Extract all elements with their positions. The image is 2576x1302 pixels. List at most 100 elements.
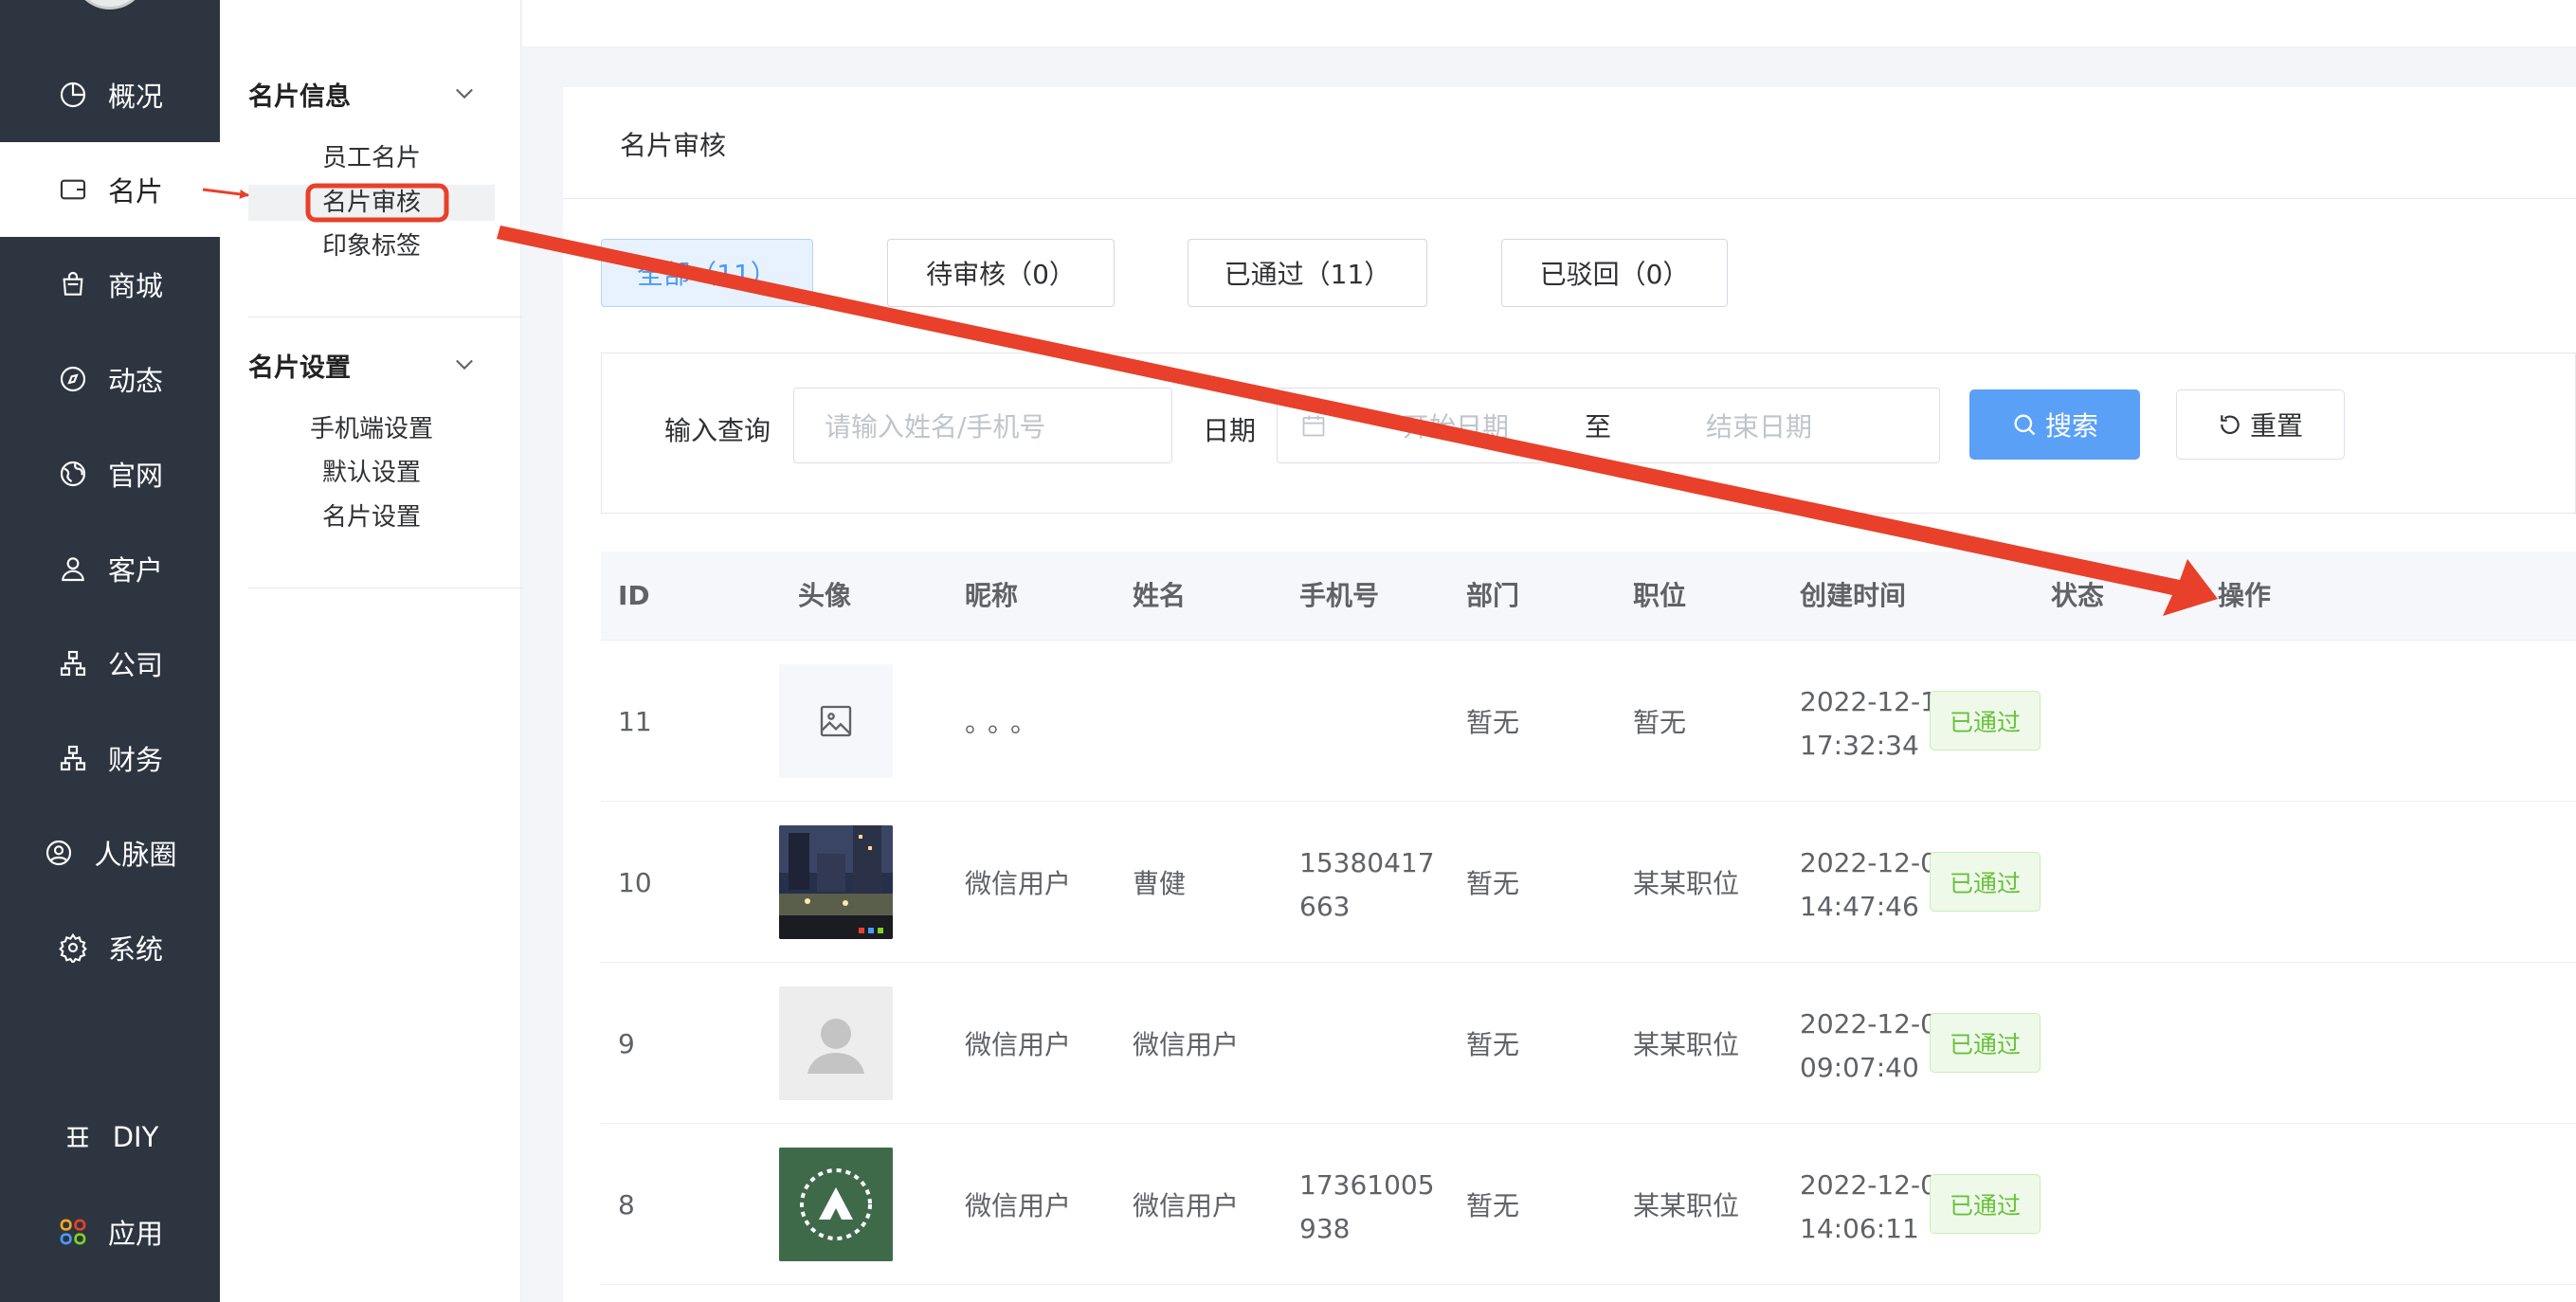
chevron-down-icon[interactable] [451,351,478,377]
user-icon [57,552,89,585]
col-avatar: 头像 [798,580,852,611]
cell-department: 暂无 [1466,1190,1520,1221]
nav-item-mall[interactable]: 商城 [0,237,220,332]
table-row[interactable]: 9 微信用户 微信用户 暂无 某某职位 2022-12-06 09:07:40 已… [601,963,2576,1124]
image-placeholder-icon [820,705,852,737]
subnav-item-staff-cards[interactable]: 员工名片 [248,140,495,176]
date-label: 日期 [1203,415,1257,446]
col-nickname: 昵称 [965,580,1019,611]
cell-position: 暂无 [1633,707,1687,738]
cell-nickname: 。。。 [965,707,1047,738]
cell-position: 某某职位 [1633,1190,1740,1221]
tab-rejected[interactable]: 已驳回（0） [1501,239,1728,307]
apps-icon [57,1216,89,1248]
nav-item-overview[interactable]: 概况 [0,47,220,142]
subnav-item-card-review[interactable]: 名片审核 [248,185,495,221]
avatar [779,664,893,778]
phone-line: 938 [1299,1213,1351,1244]
nav-item-label: 官网 [107,460,163,492]
status-badge: 已通过 [1930,691,2041,750]
cell-name: 曹健 [1133,868,1187,899]
gear-icon [57,931,89,964]
status-badge: 已通过 [1930,852,2041,912]
cell-nickname: 微信用户 [965,1190,1072,1221]
tab-all[interactable]: 全部（11） [601,239,813,307]
nav-item-label: 公司 [107,649,163,681]
night-photo-avatar [779,825,893,939]
cell-phone: 17361005 938 [1299,1164,1435,1251]
nav-item-label: 财务 [107,744,163,776]
subnav-group-title[interactable]: 名片设置 [248,347,351,384]
nav-item-company[interactable]: 公司 [0,616,220,711]
nav-item-website[interactable]: 官网 [0,426,220,521]
cell-nickname: 微信用户 [965,1029,1072,1060]
search-button-label: 搜索 [2044,410,2098,442]
org-chart-icon [57,647,89,679]
start-date-placeholder[interactable]: 开始日期 [1403,407,1509,444]
cell-position: 某某职位 [1633,1029,1740,1060]
nav-item-network[interactable]: 人脉圈 [0,805,220,900]
search-button[interactable]: 搜索 [1969,389,2140,460]
cell-position: 某某职位 [1633,868,1740,899]
nav-item-customer[interactable]: 客户 [0,521,220,616]
divider [563,198,2576,199]
col-status: 状态 [2051,580,2105,611]
cell-id: 8 [618,1188,635,1221]
cell-id: 10 [618,866,652,898]
table-row[interactable]: 10 微信用户 曹健 15380417 663 暂无 某某职位 2022-12-… [601,802,2576,963]
top-bar [522,0,2576,47]
default-person-icon [807,1019,864,1074]
nav-item-diy[interactable]: DIY [0,1090,220,1184]
nav-item-finance[interactable]: 财务 [0,711,220,805]
phone-line: 17361005 [1299,1169,1435,1201]
table-row[interactable]: 8 微信用户 微信用户 17361005 938 暂无 某某职位 2022-12-… [601,1124,2576,1285]
date-range-picker[interactable]: 开始日期 至 结束日期 [1277,388,1940,463]
cell-department: 暂无 [1466,707,1520,738]
compass-icon [57,363,89,395]
refresh-icon [2221,415,2240,435]
laurel-logo-avatar [779,1148,893,1261]
cell-phone: 15380417 663 [1299,841,1435,929]
nav-item-moments[interactable]: 动态 [0,332,220,426]
filter-panel: 输入查询 请输入姓名/手机号 日期 开始日期 至 结束日期 搜索 重置 [601,353,2576,514]
phone-line: 663 [1299,891,1351,922]
nav-item-label: 客户 [107,554,163,587]
tab-approved[interactable]: 已通过（11） [1188,239,1427,307]
col-created-time: 创建时间 [1800,580,1907,611]
nav-item-label: 应用 [107,1218,163,1250]
subnav-item-mobile-settings[interactable]: 手机端设置 [248,411,495,447]
pie-chart-icon [57,79,89,111]
cell-id: 11 [618,705,652,737]
phone-line: 15380417 [1299,847,1435,878]
col-id: ID [618,580,650,611]
chevron-down-icon[interactable] [451,80,478,106]
cell-department: 暂无 [1466,868,1520,899]
subnav-item-impression-tags[interactable]: 印象标签 [248,228,495,264]
cell-name: 微信用户 [1133,1190,1240,1221]
nav-item-card[interactable]: 名片 [0,142,220,237]
subnav-group-title[interactable]: 名片信息 [248,76,351,113]
table-row[interactable]: 11 。。。 暂无 暂无 2022-12-13 17:32:34 已通过 [601,641,2576,802]
avatar [779,1148,893,1261]
nav-item-apps[interactable]: 应用 [0,1184,220,1279]
page-title: 名片审核 [620,130,727,161]
tab-pending[interactable]: 待审核（0） [887,239,1115,307]
col-phone: 手机号 [1299,580,1380,611]
status-badge: 已通过 [1930,1174,2041,1234]
subnav-item-default-settings[interactable]: 默认设置 [248,455,495,491]
subnav-item-card-settings[interactable]: 名片设置 [248,499,495,535]
reset-button[interactable]: 重置 [2176,389,2345,460]
col-name: 姓名 [1133,580,1187,611]
search-input[interactable]: 请输入姓名/手机号 [793,388,1172,463]
end-date-placeholder[interactable]: 结束日期 [1706,407,1812,444]
col-position: 职位 [1633,580,1687,611]
main-sidebar: 概况 名片 商城 动态 官网 客户 公司 财务 人脉圈 系统 DIY 应用 [0,0,220,1302]
query-label: 输入查询 [664,415,771,446]
globe-icon [57,458,89,490]
shopping-bag-icon [57,268,89,300]
nav-item-system[interactable]: 系统 [0,900,220,995]
table-header: ID 头像 昵称 姓名 手机号 部门 职位 创建时间 状态 操作 [601,552,2576,641]
search-icon [2014,414,2036,436]
avatar [779,825,893,939]
nav-item-label: 概况 [107,81,163,113]
